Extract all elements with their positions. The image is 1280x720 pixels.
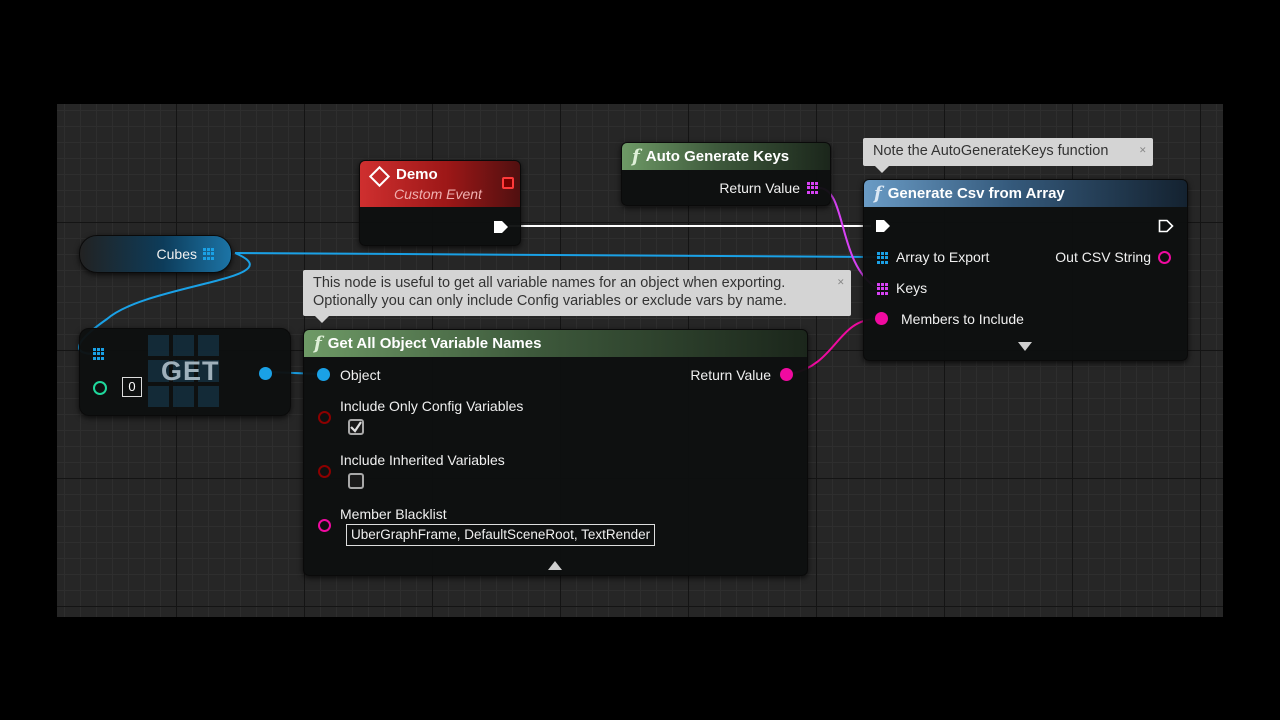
expand-arrow-icon[interactable] [1018, 342, 1032, 352]
out-csv-string-label: Out CSV String [1055, 249, 1151, 265]
return-value-label: Return Value [690, 367, 771, 383]
node-title: GET [161, 356, 220, 386]
get-all-object-variable-names-node[interactable]: f Get All Object Variable Names Object R… [303, 329, 808, 576]
comment-text-line-1: This node is useful to get all variable … [313, 275, 786, 291]
comment-tail [875, 166, 889, 173]
function-icon: f [874, 183, 882, 204]
array-to-export-label: Array to Export [896, 249, 990, 265]
members-to-include-label: Members to Include [901, 311, 1024, 327]
node-header: f Generate Csv from Array [864, 180, 1187, 207]
node-header: f Auto Generate Keys [622, 143, 830, 170]
member-blacklist-pin[interactable] [318, 519, 331, 532]
comment-bubble-variable-names[interactable]: This node is useful to get all variable … [303, 270, 851, 323]
generate-csv-from-array-node[interactable]: f Generate Csv from Array Array to Expor… [863, 179, 1188, 361]
demo-custom-event-node[interactable]: Demo Custom Event [359, 160, 521, 246]
array-in-pin[interactable] [93, 348, 105, 360]
index-pin[interactable] [93, 381, 107, 395]
auto-generate-keys-node[interactable]: f Auto Generate Keys Return Value [621, 142, 831, 206]
event-diamond-icon [368, 165, 391, 188]
include-inherited-label: Include Inherited Variables [340, 452, 505, 468]
include-config-checkbox[interactable] [348, 419, 364, 435]
node-header: Demo Custom Event [360, 161, 520, 207]
output-pin[interactable] [259, 367, 272, 380]
function-icon: f [314, 333, 322, 354]
function-icon: f [632, 146, 640, 167]
include-config-pin[interactable] [318, 411, 331, 424]
include-inherited-checkbox[interactable] [348, 473, 364, 489]
exec-in-pin[interactable] [875, 218, 891, 234]
node-subtitle: Custom Event [394, 186, 482, 202]
exec-out-pin[interactable] [1158, 218, 1174, 234]
return-value-label: Return Value [719, 180, 800, 196]
keys-label: Keys [896, 280, 928, 296]
include-config-label: Include Only Config Variables [340, 398, 524, 414]
object-pin[interactable] [317, 368, 330, 381]
node-title: Get All Object Variable Names [327, 335, 542, 352]
array-get-node[interactable]: GET 0 [79, 328, 291, 416]
string-array-pin[interactable] [807, 182, 819, 194]
variable-label: Cubes [156, 246, 197, 262]
node-title: Auto Generate Keys [645, 148, 790, 165]
cubes-array-wire [234, 252, 878, 258]
cubes-variable-node[interactable]: Cubes [79, 235, 232, 273]
return-value-pin[interactable] [780, 368, 793, 381]
array-pin[interactable] [877, 252, 889, 264]
comment-text: Note the AutoGenerateKeys function [873, 143, 1109, 159]
array-pin[interactable] [203, 248, 215, 260]
collapse-arrow-icon[interactable] [548, 561, 562, 571]
pin-icon[interactable]: ✕ [1139, 141, 1149, 155]
comment-bubble-auto-keys[interactable]: Note the AutoGenerateKeys function ✕ [863, 138, 1153, 173]
checkmark-icon [350, 421, 362, 433]
pin-icon[interactable]: ✕ [837, 273, 847, 287]
out-csv-string-pin[interactable] [1158, 251, 1171, 264]
blueprint-graph-canvas[interactable]: Note the AutoGenerateKeys function ✕ Thi… [57, 104, 1223, 617]
member-blacklist-input[interactable]: UberGraphFrame, DefaultSceneRoot, TextRe… [346, 524, 656, 546]
node-title: Demo [396, 166, 438, 183]
object-label: Object [340, 367, 381, 383]
node-title: Generate Csv from Array [887, 185, 1065, 202]
node-header: f Get All Object Variable Names [304, 330, 807, 357]
comment-text-line-2: Optionally you can only include Config v… [313, 293, 787, 309]
index-input[interactable]: 0 [122, 377, 142, 397]
keys-pin[interactable] [877, 283, 889, 295]
delegate-pin[interactable] [502, 177, 514, 189]
include-inherited-pin[interactable] [318, 465, 331, 478]
comment-tail [315, 316, 329, 323]
members-pin[interactable] [875, 312, 888, 325]
exec-out-pin[interactable] [493, 219, 509, 235]
member-blacklist-label: Member Blacklist [340, 506, 447, 522]
